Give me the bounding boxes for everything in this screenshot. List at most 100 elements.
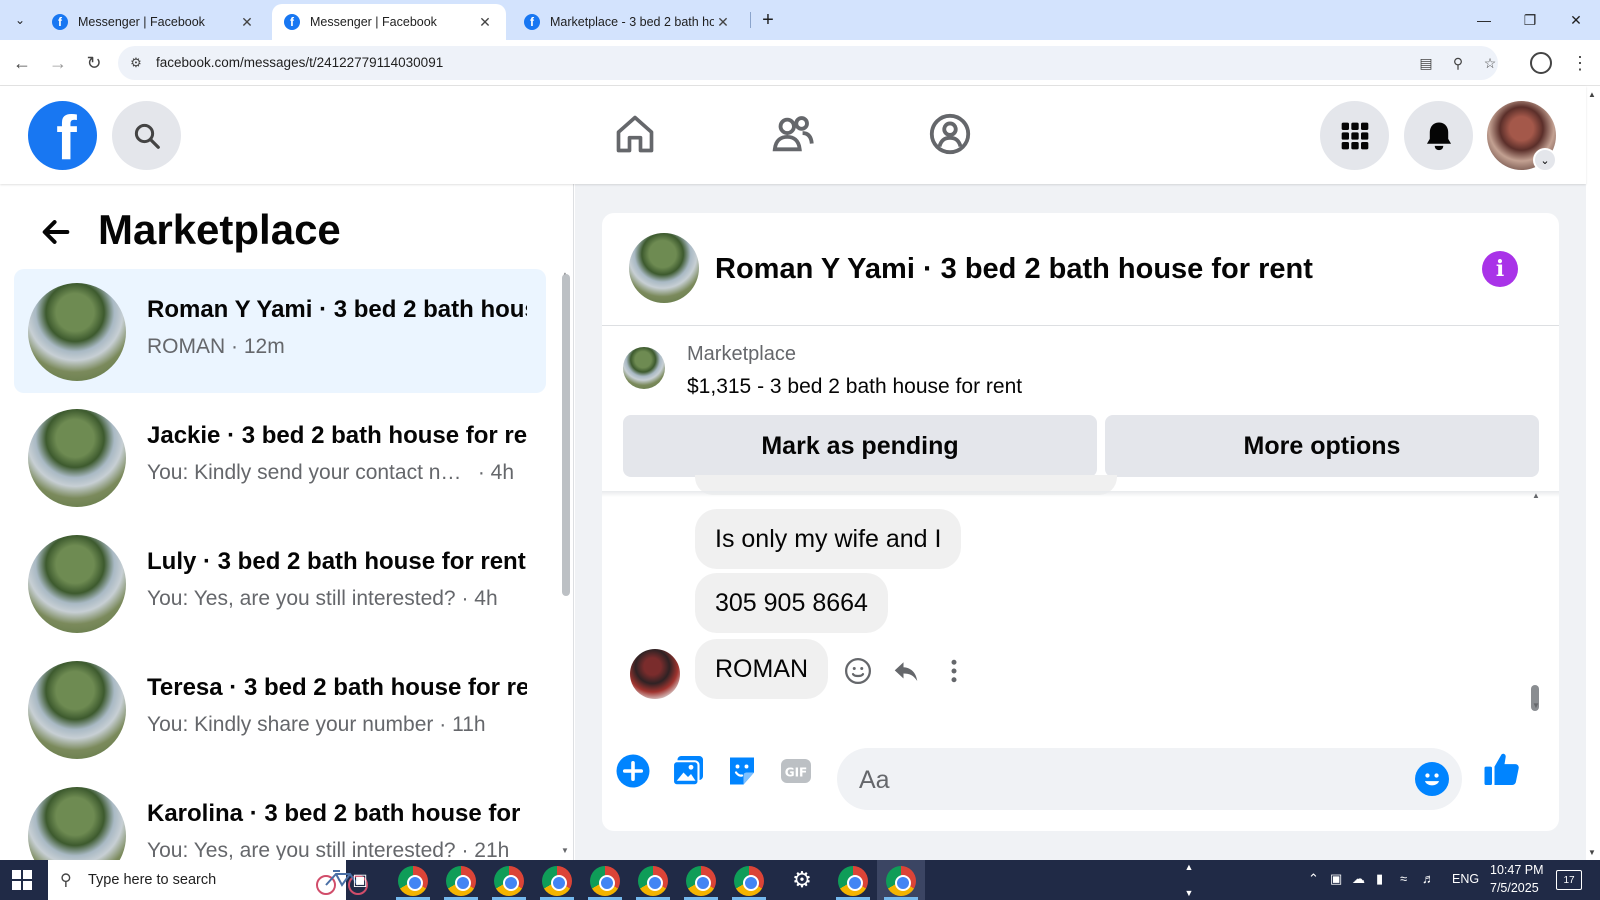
conversation-item[interactable]: Luly · 3 bed 2 bath house for rent You: … bbox=[14, 521, 546, 645]
facebook-favicon-icon: f bbox=[52, 14, 68, 30]
chrome-app-icon[interactable] bbox=[494, 866, 524, 896]
chrome-app-icon[interactable] bbox=[590, 866, 620, 896]
forward-arrow-icon[interactable]: → bbox=[46, 51, 70, 75]
volume-icon[interactable]: ♬ bbox=[1422, 871, 1435, 886]
close-tab-icon[interactable]: ✕ bbox=[714, 14, 732, 31]
restore-window-icon[interactable]: ❐ bbox=[1510, 6, 1550, 34]
input-language[interactable]: ENG bbox=[1452, 872, 1479, 886]
browser-tab-2[interactable]: f Messenger | Facebook ✕ bbox=[272, 4, 506, 40]
conversation-item[interactable]: Jackie · 3 bed 2 bath house for rent You… bbox=[14, 395, 546, 519]
emoji-picker-icon[interactable] bbox=[1415, 762, 1449, 796]
preview-time: · 21h bbox=[461, 839, 510, 860]
home-icon[interactable] bbox=[609, 108, 661, 160]
notifications-bell-icon[interactable] bbox=[1404, 101, 1473, 170]
clock-date[interactable]: 7/5/2025 bbox=[1490, 881, 1539, 895]
wifi-icon[interactable]: ≈ bbox=[1400, 871, 1407, 886]
facebook-logo-icon[interactable]: f bbox=[28, 101, 97, 170]
back-arrow-icon[interactable]: ← bbox=[10, 51, 34, 75]
scroll-down-arrow-icon[interactable]: ▼ bbox=[561, 846, 569, 855]
chevron-up-icon[interactable]: ▲ bbox=[1185, 862, 1194, 872]
more-actions-icon[interactable] bbox=[936, 653, 972, 689]
conversation-item[interactable]: Karolina · 3 bed 2 bath house for rent Y… bbox=[14, 773, 546, 860]
react-emoji-icon[interactable] bbox=[840, 653, 876, 689]
panel-title: Marketplace bbox=[98, 206, 341, 253]
chrome-app-icon[interactable] bbox=[542, 866, 572, 896]
groups-icon[interactable] bbox=[924, 108, 976, 160]
listing-thumbnail bbox=[28, 283, 126, 381]
listing-thumbnail bbox=[28, 787, 126, 860]
notification-center-icon[interactable]: 17 bbox=[1556, 870, 1582, 890]
chrome-app-icon[interactable] bbox=[638, 866, 668, 896]
facebook-favicon-icon: f bbox=[524, 14, 540, 30]
minimize-window-icon[interactable]: — bbox=[1464, 6, 1504, 34]
chrome-app-icon[interactable] bbox=[398, 866, 428, 896]
windows-taskbar: ⚲ Type here to search ▣ ⚙ ▲ ▼ ⌃ ▣ ☁ ▮ ≈ ♬… bbox=[0, 860, 1600, 900]
browser-menu-icon[interactable]: ⋮ bbox=[1568, 51, 1592, 75]
friends-icon[interactable] bbox=[767, 108, 819, 160]
taskbar-search-box[interactable]: ⚲ Type here to search bbox=[48, 860, 368, 900]
preview-text: You: Kindly send your contact number bbox=[147, 461, 472, 484]
like-thumbs-up-icon[interactable] bbox=[1479, 747, 1525, 793]
chat-title[interactable]: Roman Y Yami · 3 bed 2 bath house for re… bbox=[715, 253, 1313, 286]
close-tab-icon[interactable]: ✕ bbox=[238, 14, 256, 31]
windows-start-icon[interactable] bbox=[12, 870, 32, 890]
conversation-item[interactable]: Teresa · 3 bed 2 bath house for rent You… bbox=[14, 647, 546, 771]
photo-gallery-icon[interactable] bbox=[668, 751, 708, 791]
listing-thumbnail[interactable] bbox=[623, 347, 665, 389]
listing-price-title[interactable]: $1,315 - 3 bed 2 bath house for rent bbox=[687, 375, 1022, 399]
sticker-icon[interactable] bbox=[722, 751, 762, 791]
mark-as-pending-button[interactable]: Mark as pending bbox=[623, 415, 1097, 477]
chrome-app-icon[interactable] bbox=[686, 866, 716, 896]
chevron-down-icon[interactable]: ⌄ bbox=[1533, 148, 1557, 172]
chrome-app-icon[interactable] bbox=[734, 866, 764, 896]
settings-gear-icon[interactable]: ⚙ bbox=[790, 867, 814, 892]
menu-grid-icon[interactable] bbox=[1320, 101, 1389, 170]
browser-tab-3[interactable]: f Marketplace - 3 bed 2 bath house for r… bbox=[512, 4, 744, 40]
chrome-app-icon[interactable] bbox=[446, 866, 476, 896]
bookmark-star-icon[interactable]: ☆ bbox=[1480, 53, 1500, 73]
scroll-down-arrow-icon[interactable]: ▼ bbox=[1532, 701, 1540, 710]
facebook-favicon-icon: f bbox=[284, 14, 300, 30]
reply-icon[interactable] bbox=[888, 653, 924, 689]
tray-overflow-chevron-icon[interactable]: ⌃ bbox=[1308, 871, 1319, 887]
page-scroll-down-arrow-icon[interactable]: ▼ bbox=[1588, 848, 1596, 857]
chrome-app-icon[interactable] bbox=[886, 866, 916, 896]
close-window-icon[interactable]: ✕ bbox=[1556, 6, 1596, 34]
preview-time: · 4h bbox=[477, 461, 515, 484]
close-tab-icon[interactable]: ✕ bbox=[476, 14, 494, 31]
back-arrow-icon[interactable] bbox=[36, 212, 76, 252]
more-options-button[interactable]: More options bbox=[1105, 415, 1539, 477]
new-tab-plus-icon[interactable]: + bbox=[756, 8, 780, 32]
tab-list-chevron-icon[interactable]: ⌄ bbox=[8, 8, 32, 32]
page-scroll-up-arrow-icon[interactable]: ▲ bbox=[1588, 90, 1596, 99]
zoom-icon[interactable]: ⚲ bbox=[1448, 53, 1468, 73]
conversation-item[interactable]: Roman Y Yami · 3 bed 2 bath house for re… bbox=[14, 269, 546, 393]
install-app-icon[interactable]: ▤ bbox=[1416, 53, 1436, 73]
message-input[interactable]: Aa bbox=[837, 748, 1462, 810]
info-icon[interactable]: i bbox=[1482, 251, 1518, 287]
browser-profile-icon[interactable] bbox=[1530, 52, 1552, 74]
plus-circle-icon[interactable] bbox=[613, 751, 653, 791]
url-text[interactable]: facebook.com/messages/t/2412277911403009… bbox=[156, 55, 443, 70]
chat-avatar[interactable] bbox=[629, 233, 699, 303]
conversation-preview: You: Yes, are you still interested? · 21… bbox=[147, 839, 527, 860]
gif-icon[interactable]: GIF bbox=[776, 751, 816, 791]
reload-icon[interactable]: ↻ bbox=[82, 51, 106, 75]
meet-now-icon[interactable]: ▣ bbox=[1330, 871, 1342, 887]
site-settings-icon[interactable]: ⚙ bbox=[126, 53, 146, 73]
search-icon[interactable] bbox=[112, 101, 181, 170]
listing-thumbnail bbox=[28, 409, 126, 507]
message-input-placeholder: Aa bbox=[859, 766, 890, 794]
address-bar[interactable]: ⚙ facebook.com/messages/t/24122779114030… bbox=[118, 46, 1498, 80]
taskbar-scroll-arrows[interactable]: ▲ ▼ bbox=[1182, 862, 1196, 898]
battery-icon[interactable]: ▮ bbox=[1376, 871, 1383, 887]
task-view-icon[interactable]: ▣ bbox=[350, 870, 370, 890]
clock-time[interactable]: 10:47 PM bbox=[1490, 863, 1544, 877]
browser-tab-1[interactable]: f Messenger | Facebook ✕ bbox=[40, 4, 268, 40]
chevron-down-icon[interactable]: ▼ bbox=[1185, 888, 1194, 898]
sender-avatar[interactable] bbox=[630, 649, 680, 699]
onedrive-cloud-icon[interactable]: ☁ bbox=[1352, 871, 1365, 887]
chrome-app-icon[interactable] bbox=[838, 866, 868, 896]
conversation-list-scrollbar[interactable] bbox=[562, 274, 570, 596]
scroll-up-arrow-icon[interactable]: ▲ bbox=[1532, 491, 1540, 500]
